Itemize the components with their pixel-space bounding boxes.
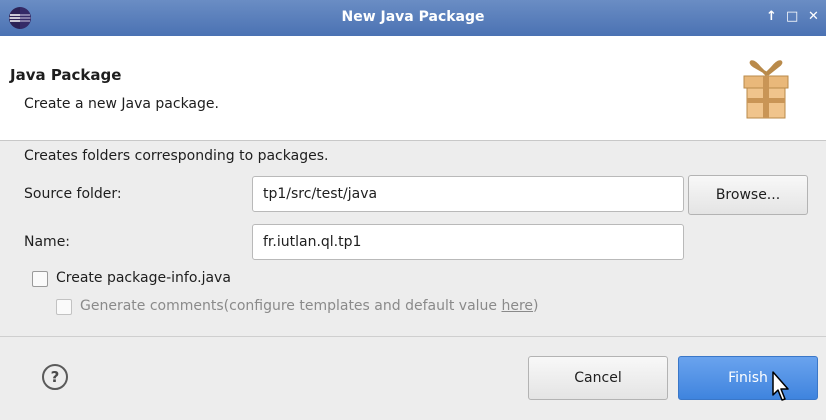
generate-comments-label: Generate comments: [80, 298, 224, 314]
browse-button[interactable]: Browse...: [688, 175, 808, 215]
footer-separator: [0, 336, 826, 337]
mouse-cursor-icon: [772, 371, 789, 401]
cancel-button[interactable]: Cancel: [528, 356, 668, 400]
create-package-info-checkbox[interactable]: [32, 271, 48, 287]
info-text: Creates folders corresponding to package…: [24, 148, 329, 164]
close-icon[interactable]: ✕: [808, 9, 819, 24]
pin-icon[interactable]: ↑: [766, 9, 777, 24]
wizard-banner: Java Package Create a new Java package.: [0, 36, 826, 141]
generate-comments-checkbox[interactable]: [56, 299, 72, 315]
generate-comments-row: Generate comments(configure templates an…: [80, 298, 539, 314]
source-folder-label: Source folder:: [24, 186, 122, 202]
generate-comments-hint: (configure templates and default value: [223, 298, 502, 314]
here-link[interactable]: here: [501, 298, 533, 314]
maximize-icon[interactable]: □: [786, 9, 798, 24]
package-name-field[interactable]: [252, 224, 684, 260]
wizard-gift-icon: [743, 60, 789, 119]
help-icon[interactable]: ?: [42, 364, 68, 390]
title-bar: New Java Package ↑ □ ✕: [0, 0, 826, 36]
create-package-info-label: Create package-info.java: [56, 270, 231, 286]
page-title: Java Package: [10, 66, 122, 84]
page-description: Create a new Java package.: [24, 96, 219, 112]
window-title: New Java Package: [341, 9, 485, 25]
source-folder-field[interactable]: [252, 176, 684, 212]
hint-close: ): [533, 298, 539, 314]
name-label: Name:: [24, 234, 71, 250]
finish-button[interactable]: Finish: [678, 356, 818, 400]
